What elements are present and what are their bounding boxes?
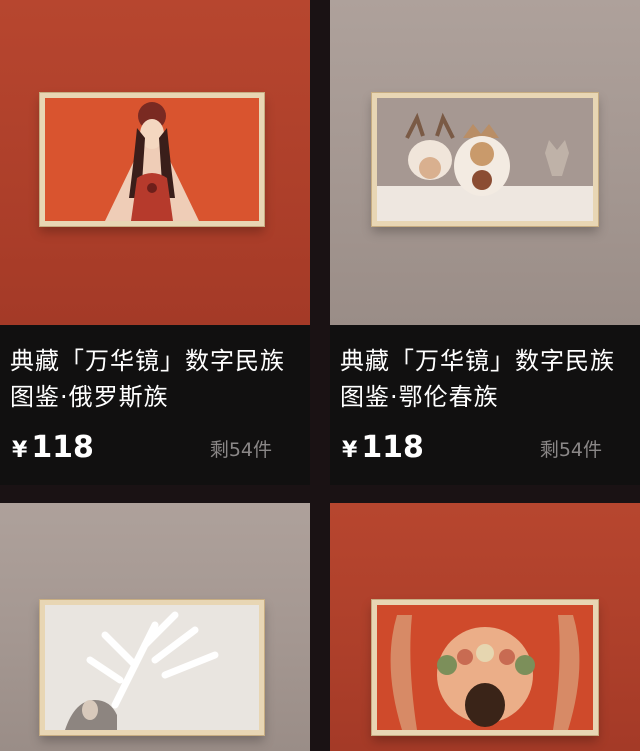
- picture-frame: [40, 600, 264, 735]
- currency-symbol: ¥: [342, 438, 358, 463]
- product-grid: 典藏「万华镜」数字民族图鉴·俄罗斯族 ¥118 剩54件 典藏「万华镜」数字民族…: [0, 0, 640, 751]
- picture-frame: [372, 600, 598, 735]
- product-image[interactable]: [0, 0, 310, 325]
- product-image[interactable]: [330, 0, 640, 325]
- product-card[interactable]: 典藏「万华镜」数字民族图鉴·鄂伦春族 ¥118 剩54件: [330, 0, 640, 485]
- woman-with-flower-headdress-painting-icon: [377, 605, 593, 730]
- currency-symbol: ¥: [12, 438, 28, 463]
- product-price: ¥118: [342, 430, 424, 469]
- product-title[interactable]: 典藏「万华镜」数字民族图鉴·俄罗斯族: [10, 343, 302, 415]
- stock-remaining: 剩54件: [539, 439, 602, 461]
- picture-frame: [40, 93, 264, 226]
- children-in-animal-hats-painting-icon: [377, 98, 593, 221]
- product-card[interactable]: 典藏「万华镜」数字民族图鉴·俄罗斯族 ¥118 剩54件: [0, 0, 310, 485]
- product-card[interactable]: [0, 503, 310, 751]
- picture-frame: [372, 93, 598, 226]
- product-card[interactable]: [330, 503, 640, 751]
- product-title[interactable]: 典藏「万华镜」数字民族图鉴·鄂伦春族: [340, 343, 632, 415]
- product-info: 典藏「万华镜」数字民族图鉴·俄罗斯族 ¥118 剩54件: [0, 325, 310, 485]
- stock-remaining: 剩54件: [209, 439, 272, 461]
- price-value: 118: [31, 430, 94, 465]
- product-info: 典藏「万华镜」数字民族图鉴·鄂伦春族 ¥118 剩54件: [330, 325, 640, 485]
- product-price: ¥118: [12, 430, 94, 469]
- white-deer-antlers-painting-icon: [45, 605, 259, 730]
- veiled-woman-painting-icon: [45, 98, 259, 221]
- price-value: 118: [361, 430, 424, 465]
- product-image[interactable]: [0, 503, 310, 751]
- product-image[interactable]: [330, 503, 640, 751]
